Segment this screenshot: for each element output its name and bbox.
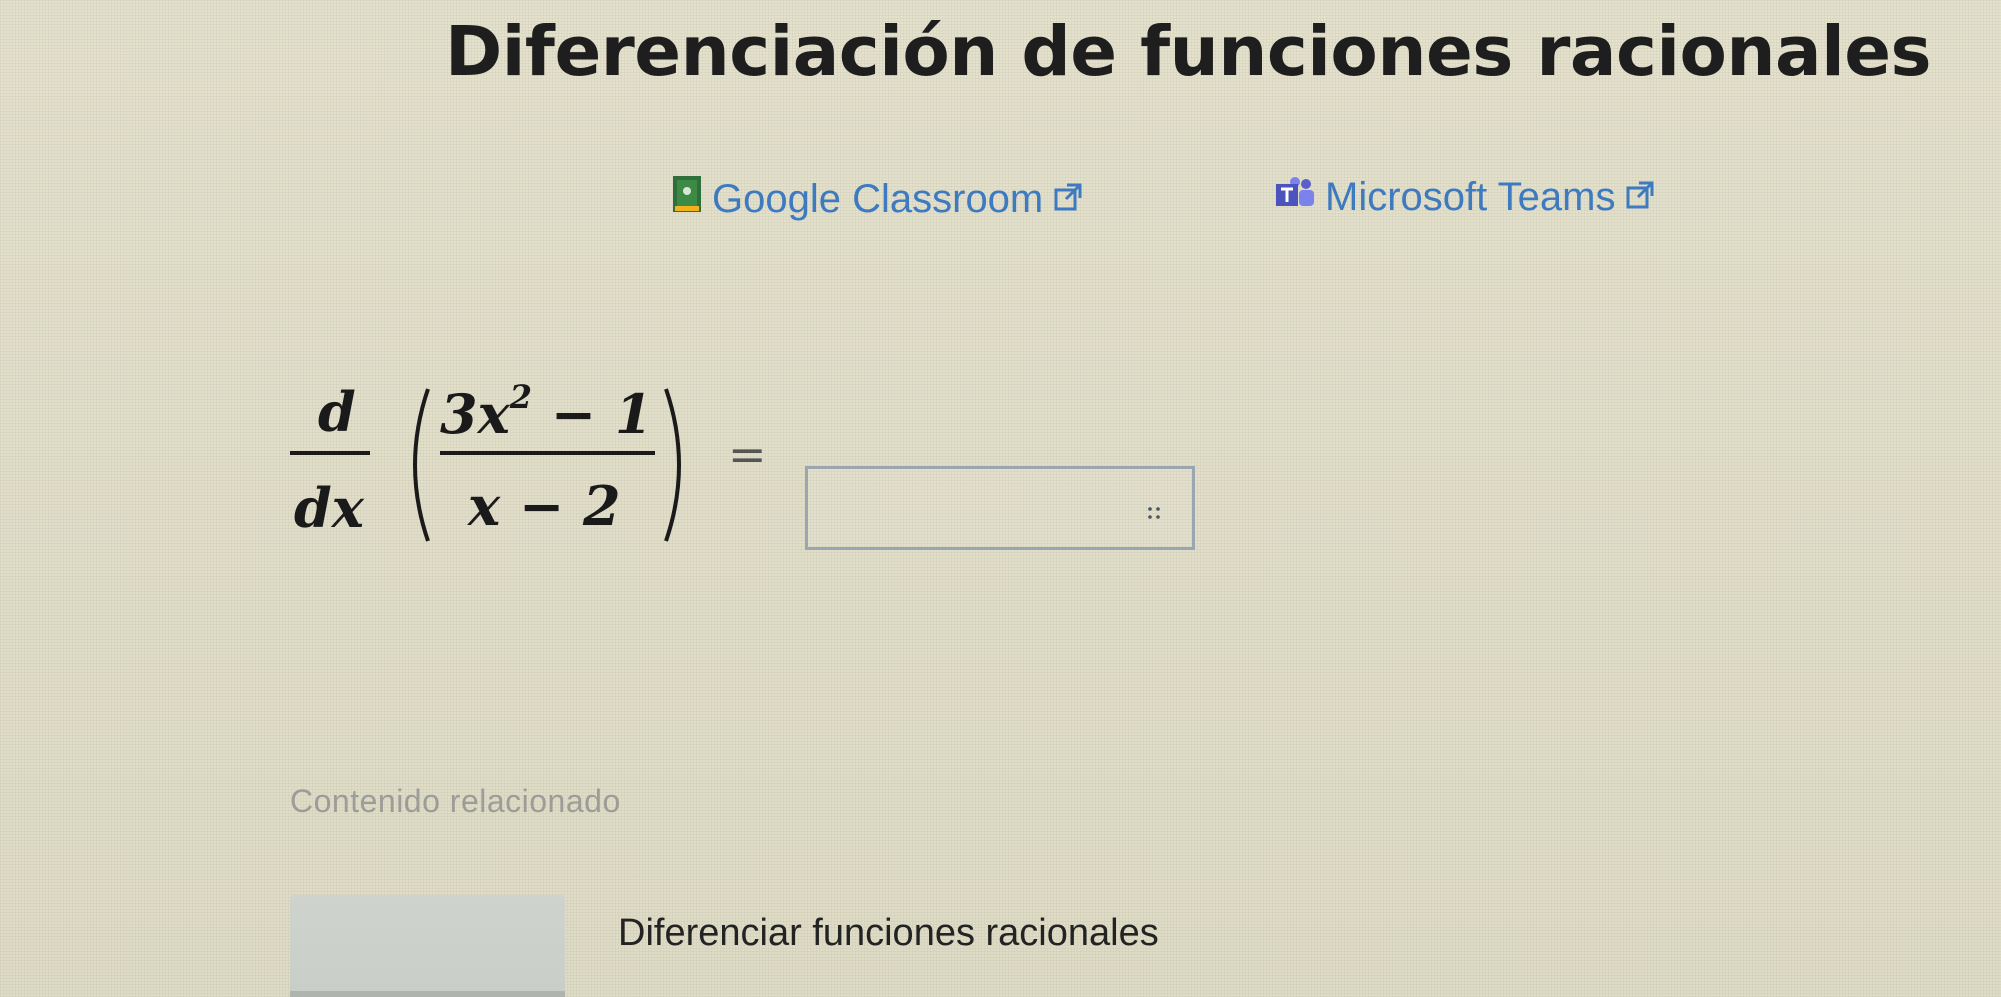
keypad-icon[interactable] <box>1146 505 1162 521</box>
related-item-link[interactable]: Diferenciar funciones racionales <box>618 912 1159 955</box>
external-link-icon <box>1625 175 1655 220</box>
external-link-icon <box>1053 177 1083 222</box>
related-video-thumbnail[interactable] <box>290 895 565 997</box>
answer-input[interactable] <box>805 466 1195 550</box>
numerator-exponent: 2 <box>509 378 533 416</box>
right-parenthesis <box>664 388 681 542</box>
page-title: Diferenciación de funciones racionales <box>445 12 1932 92</box>
screen-background: Diferenciación de funciones racionales G… <box>0 0 2001 997</box>
thumbnail-progress-bar <box>290 991 565 997</box>
google-classroom-label: Google Classroom <box>712 176 1044 221</box>
derivative-fraction-bar <box>290 451 370 455</box>
numerator-tail: − 1 <box>550 382 653 446</box>
left-parenthesis <box>413 388 430 542</box>
share-row: Google Classroom Microsoft Teams <box>0 175 2001 225</box>
microsoft-teams-icon <box>1275 175 1315 220</box>
google-classroom-share-link[interactable]: Google Classroom <box>672 175 1083 223</box>
numerator-base: 3x <box>440 382 510 446</box>
fraction-denominator: x − 2 <box>468 474 621 538</box>
equals-sign: = <box>728 427 767 481</box>
google-classroom-icon <box>672 175 702 223</box>
derivative-denominator: dx <box>294 476 364 540</box>
fraction-numerator: 3x2 − 1 <box>440 381 652 441</box>
derivative-numerator: d <box>318 380 356 444</box>
microsoft-teams-share-link[interactable]: Microsoft Teams <box>1275 175 1655 220</box>
microsoft-teams-label: Microsoft Teams <box>1325 175 1616 219</box>
related-content-heading: Contenido relacionado <box>290 783 621 819</box>
main-fraction-bar <box>440 451 655 455</box>
problem-expression: d dx 3x2 − 1 x − 2 = <box>290 375 1250 555</box>
